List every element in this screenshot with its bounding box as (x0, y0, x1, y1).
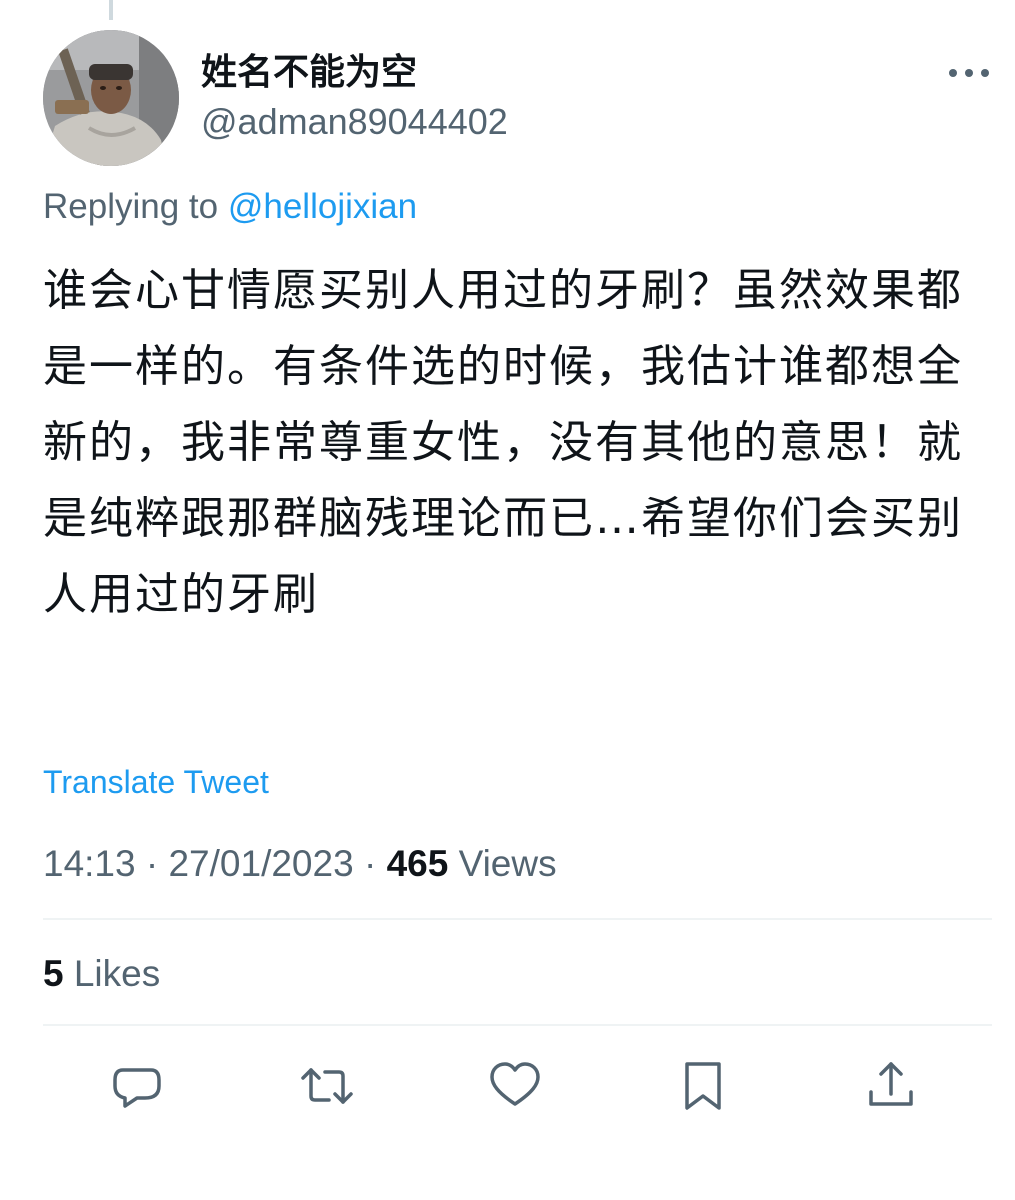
reply-button[interactable] (109, 1058, 165, 1114)
retweet-button[interactable] (299, 1058, 355, 1114)
tweet-date[interactable]: 27/01/2023 (168, 843, 353, 884)
like-button[interactable] (487, 1058, 543, 1114)
share-button[interactable] (863, 1058, 919, 1114)
views-count: 465 (386, 843, 449, 884)
likes-count: 5 (43, 953, 64, 994)
tweet-time[interactable]: 14:13 (43, 843, 136, 884)
reply-mention-link[interactable]: @hellojixian (228, 187, 417, 226)
share-icon (869, 1062, 913, 1106)
bookmark-button[interactable] (675, 1058, 731, 1114)
more-options-icon[interactable] (946, 58, 992, 88)
meta-separator: · (363, 843, 377, 884)
replying-to-label: Replying to (43, 187, 219, 226)
meta-separator: · (145, 843, 159, 884)
reply-icon (113, 1068, 161, 1108)
retweet-icon (301, 1068, 353, 1104)
likes-label: Likes (73, 953, 161, 994)
views-label: Views (458, 843, 557, 884)
user-handle[interactable]: @adman89044402 (201, 100, 508, 144)
display-name[interactable]: 姓名不能为空 (201, 50, 417, 94)
likes-stat[interactable]: 5 Likes (43, 952, 160, 996)
like-icon (490, 1062, 540, 1106)
bookmark-icon (685, 1062, 721, 1110)
divider (43, 918, 992, 920)
thread-connector-line (109, 0, 113, 20)
avatar[interactable] (43, 30, 179, 166)
tweet-metadata: 14:13 · 27/01/2023 · 465 Views (43, 842, 557, 886)
replying-to: Replying to @hellojixian (43, 186, 417, 228)
divider (43, 1024, 992, 1026)
translate-tweet-link[interactable]: Translate Tweet (43, 762, 269, 802)
tweet-text: 谁会心甘情愿买别人用过的牙刷？虽然效果都是一样的。有条件选的时候，我估计谁都想全… (43, 265, 963, 620)
